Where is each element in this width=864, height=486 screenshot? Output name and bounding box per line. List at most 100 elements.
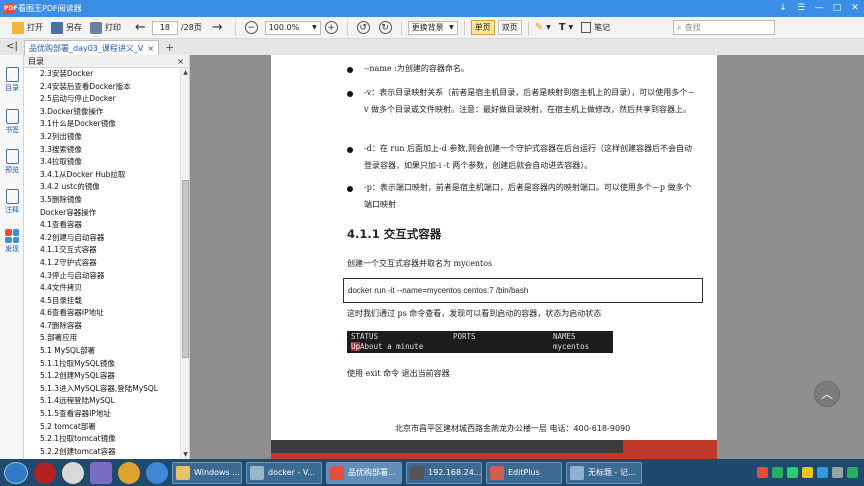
taskbar-app-icon[interactable]	[90, 461, 112, 484]
toc-scrollbar[interactable]: ▲ ▼	[180, 68, 189, 459]
background-select[interactable]: 更换背景 ▼	[407, 20, 458, 35]
maximize-button[interactable]: □	[828, 0, 846, 17]
page-number-input[interactable]: 18	[151, 20, 178, 35]
toc-item[interactable]: 3.5删除镜像	[24, 194, 189, 207]
toc-item[interactable]: 5.2.2创建tomcat容器	[24, 446, 189, 459]
chevron-down-icon[interactable]: ▼	[569, 24, 574, 31]
toc-item[interactable]: 5.部署应用	[24, 332, 189, 345]
tray-icon[interactable]	[802, 467, 813, 478]
taskbar-app-icon[interactable]	[146, 461, 168, 484]
minimize-button[interactable]: —	[810, 0, 828, 17]
toc-item[interactable]: 4.5目录挂载	[24, 295, 189, 308]
rotate-right-icon[interactable]: ↻	[378, 21, 392, 34]
highlighter-icon[interactable]: ✎	[535, 22, 543, 33]
tray-icon[interactable]	[832, 467, 843, 478]
annotation-panel-button[interactable]: 注释	[0, 189, 24, 215]
taskbar-task[interactable]: Windows ...	[172, 461, 242, 484]
toc-item[interactable]: 5.1 MySQL部署	[24, 345, 189, 358]
toc-item[interactable]: 3.4.2 ustc的镜像	[24, 181, 189, 194]
new-tab-button[interactable]: +	[165, 40, 174, 55]
taskbar-app-icon[interactable]	[62, 461, 84, 484]
tray-icon[interactable]	[847, 467, 858, 478]
taskbar-task[interactable]: EditPlus	[486, 461, 562, 484]
bookmark-panel-button[interactable]: 书签	[0, 109, 24, 135]
scroll-down-icon[interactable]: ▼	[181, 451, 190, 458]
discover-panel-button[interactable]: 发现	[0, 229, 24, 254]
toc-item[interactable]: 4.6查看容器IP地址	[24, 307, 189, 320]
tab-document[interactable]: 品优购部署_day03_课程讲义_V ×	[24, 40, 160, 55]
toc-close-icon[interactable]: ×	[177, 57, 184, 66]
zoom-out-icon[interactable]: −	[244, 21, 258, 34]
toc-item[interactable]: 5.1.4远程登陆MySQL	[24, 395, 189, 408]
toc-panel: 目录 × 2.3安装Docker 2.4安装后查看Docker版本 2.5启动与停止…	[24, 55, 190, 459]
zoom-select[interactable]: 100.0% ▼	[264, 20, 321, 35]
taskbar-task-active[interactable]: 品优购部署...	[326, 461, 402, 484]
toc-item[interactable]: 3.2列出镜像	[24, 131, 189, 144]
print-button[interactable]: 打印	[90, 21, 121, 34]
toc-item[interactable]: 4.7删除容器	[24, 320, 189, 333]
taskbar-task-label: 品优购部署...	[348, 468, 396, 477]
toc-item[interactable]: 5.1.2创建MySQL容器	[24, 370, 189, 383]
toc-item[interactable]: 2.5启动与停止Docker	[24, 93, 189, 106]
bullet-text: -p：表示端口映射，前者是宿主机端口，后者是容器内的映射端口。可以使用多个－p …	[364, 183, 692, 209]
toc-item[interactable]: 4.1查看容器	[24, 219, 189, 232]
next-page-icon[interactable]: →	[212, 20, 223, 35]
sidebar-toggle-icon[interactable]: <|	[0, 39, 24, 55]
discover-panel-label: 发现	[5, 245, 19, 253]
scroll-to-top-button[interactable]: ︿	[814, 381, 840, 407]
menu-icon[interactable]: ☰	[792, 0, 810, 17]
taskbar-task[interactable]: 192.168.24...	[406, 461, 482, 484]
double-page-button[interactable]: 双页	[497, 20, 522, 35]
toc-item[interactable]: 5.2 tomcat部署	[24, 421, 189, 434]
toc-item[interactable]: 5.1.1拉取MySQL镜像	[24, 358, 189, 371]
download-icon[interactable]: ↓	[774, 0, 792, 17]
toc-item[interactable]: 5.2.1拉取tomcat镜像	[24, 433, 189, 446]
scrollbar-thumb[interactable]	[182, 180, 189, 358]
toc-item[interactable]: 4.4文件拷贝	[24, 282, 189, 295]
toc-item[interactable]: 4.1.2守护式容器	[24, 257, 189, 270]
toc-panel-button[interactable]: 目录	[0, 67, 24, 93]
toc-item[interactable]: 4.3停止与启动容器	[24, 270, 189, 283]
single-page-button[interactable]: 单页	[470, 20, 495, 35]
chrome-icon[interactable]	[118, 461, 140, 484]
toc-item[interactable]: 2.4安装后查看Docker版本	[24, 81, 189, 94]
rotate-left-icon[interactable]: ↺	[356, 21, 370, 34]
search-placeholder: 查找	[684, 22, 701, 32]
prev-page-icon[interactable]: ←	[135, 20, 146, 35]
chevron-down-icon[interactable]: ▼	[546, 24, 551, 31]
tray-icon[interactable]	[772, 467, 783, 478]
tab-close-icon[interactable]: ×	[147, 44, 154, 53]
taskbar-task[interactable]: 无标题 - 记...	[566, 461, 642, 484]
toc-item[interactable]: 4.1.1交互式容器	[24, 244, 189, 257]
search-input[interactable]: ⌕ 查找	[673, 20, 776, 35]
toc-item[interactable]: 5.1.3进入MySQL容器,登陆MySQL	[24, 383, 189, 396]
save-as-label: 另存	[66, 23, 82, 32]
open-button[interactable]: 打开	[12, 21, 43, 34]
toc-item[interactable]: 3.3搜索镜像	[24, 144, 189, 157]
text-tool-icon[interactable]: T	[559, 22, 566, 33]
toc-item[interactable]: 2.3安装Docker	[24, 68, 189, 81]
taskbar-task[interactable]: docker - V...	[246, 461, 322, 484]
toolbar: 打开 另存 打印 ← 18 /28页 → − 100.0% ▼ + ↺ ↻ 更换…	[0, 17, 864, 39]
taskbar-app-icon[interactable]	[34, 461, 56, 484]
tray-icon[interactable]	[787, 467, 798, 478]
zoom-in-icon[interactable]: +	[324, 21, 338, 34]
toc-item[interactable]: 3.1什么是Docker镜像	[24, 118, 189, 131]
save-as-button[interactable]: 另存	[51, 21, 82, 34]
preview-panel-button[interactable]: 预览	[0, 149, 24, 175]
tray-icon[interactable]	[757, 467, 768, 478]
scroll-up-icon[interactable]: ▲	[181, 69, 190, 76]
notes-button[interactable]: 笔记	[581, 22, 610, 33]
toc-item[interactable]: Docker容器操作	[24, 207, 189, 220]
toc-item[interactable]: 4.2创建与启动容器	[24, 232, 189, 245]
terminal-col-ports: PORTS	[453, 332, 476, 341]
terminal-col-names: NAMES	[553, 332, 576, 341]
toc-item[interactable]: 3.Docker镜像操作	[24, 106, 189, 119]
toc-item[interactable]: 5.1.5查看容器IP地址	[24, 408, 189, 421]
toc-item[interactable]: 3.4拉取镜像	[24, 156, 189, 169]
tray-icon[interactable]	[817, 467, 828, 478]
start-button[interactable]	[4, 461, 28, 484]
close-button[interactable]: ✕	[846, 0, 864, 17]
toc-item[interactable]: 3.4.1从Docker Hub拉取	[24, 169, 189, 182]
chevron-down-icon: ▼	[312, 23, 317, 31]
